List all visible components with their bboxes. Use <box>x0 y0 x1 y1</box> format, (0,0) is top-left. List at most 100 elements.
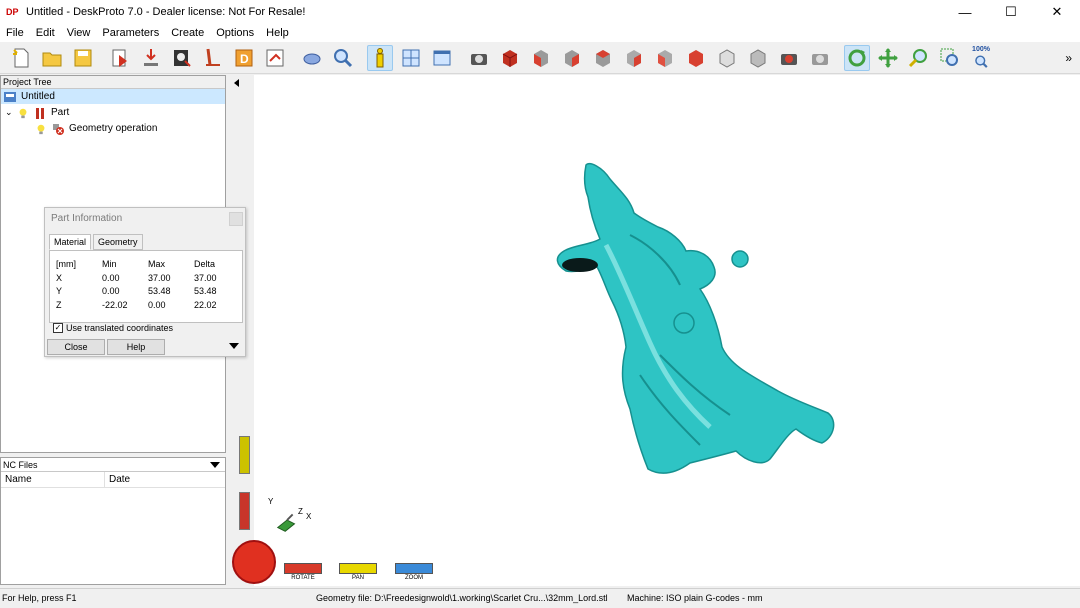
rotate-slider[interactable] <box>284 563 322 574</box>
min-value: 0.00 <box>102 273 120 283</box>
pan-slider[interactable] <box>339 563 377 574</box>
axis-name: X <box>56 273 63 283</box>
simulation-icon[interactable] <box>299 45 325 71</box>
axis-name: Z <box>56 300 62 310</box>
menu-bar: File Edit View Parameters Create Options… <box>0 24 1080 42</box>
menu-view[interactable]: View <box>61 27 97 39</box>
info-icon[interactable] <box>367 44 393 71</box>
header-delta: Delta <box>194 259 216 269</box>
translated-coordinates-label: Use translated coordinates <box>66 323 174 333</box>
nc-files-title: NC Files <box>3 460 38 470</box>
zoom-window-icon[interactable] <box>937 45 963 71</box>
status-machine: Machine: ISO plain G-codes - mm <box>627 593 763 603</box>
tree-item-part[interactable]: ⌄ Part <box>5 105 69 120</box>
max-value: 53.48 <box>148 286 171 296</box>
zoom-mode-icon[interactable] <box>906 45 932 71</box>
translated-coordinates-option[interactable]: ✓ Use translated coordinates <box>53 323 173 333</box>
save-icon[interactable] <box>70 45 96 71</box>
load-geometry-icon[interactable] <box>107 45 133 71</box>
vector-icon[interactable] <box>200 45 226 71</box>
nc-files-header: NC Files <box>1 458 225 472</box>
menu-file[interactable]: File <box>0 27 30 39</box>
view-back-icon[interactable] <box>559 45 585 71</box>
view-right-icon[interactable] <box>621 45 647 71</box>
view-wire-icon[interactable] <box>714 45 740 71</box>
rotate-mode-icon[interactable] <box>844 44 870 71</box>
view-top-icon[interactable] <box>652 45 678 71</box>
menu-parameters[interactable]: Parameters <box>96 27 165 39</box>
header-unit: [mm] <box>56 259 76 269</box>
open-folder-icon[interactable] <box>39 45 65 71</box>
zoom-slider[interactable] <box>395 563 433 574</box>
max-value: 0.00 <box>148 300 166 310</box>
layout-icon[interactable] <box>398 45 424 71</box>
menu-edit[interactable]: Edit <box>30 27 61 39</box>
status-geometry-file: Geometry file: D:\Freedesignwold\1.worki… <box>316 593 608 603</box>
status-bar: For Help, press F1 Geometry file: D:\Fre… <box>0 588 1080 608</box>
snapshot-grey-icon[interactable] <box>807 45 833 71</box>
tab-material[interactable]: Material <box>49 234 92 250</box>
window-icon[interactable] <box>429 45 455 71</box>
window-controls: — ☐ ✕ <box>942 0 1080 24</box>
view-iso-icon[interactable] <box>497 45 523 71</box>
model-preview <box>556 163 835 475</box>
axis-gizmo-icon <box>276 513 296 532</box>
status-help: For Help, press F1 <box>2 593 77 603</box>
column-date[interactable]: Date <box>105 472 130 487</box>
vertical-yellow-slider[interactable] <box>239 436 250 474</box>
dialog-close-icon[interactable] <box>229 212 243 226</box>
bitmap-icon[interactable] <box>169 45 195 71</box>
lightbulb-icon[interactable] <box>35 123 47 135</box>
zoom-100-label: 100% <box>972 45 990 53</box>
close-button[interactable]: Close <box>47 339 105 355</box>
collapse-arrow-icon[interactable] <box>234 79 239 87</box>
menu-create[interactable]: Create <box>165 27 210 39</box>
minimize-button[interactable]: — <box>942 0 988 24</box>
import-part-icon[interactable] <box>138 45 164 71</box>
3d-viewport[interactable]: Y Z X <box>230 75 1080 586</box>
toolbar: D 100% » <box>0 42 1080 74</box>
translated-coordinates-checkbox[interactable]: ✓ <box>53 323 63 333</box>
svg-text:D: D <box>240 52 249 66</box>
axis-indicator: Y Z X <box>266 495 314 539</box>
tree-item-part-label: Part <box>51 107 70 118</box>
dimensions-header-row: [mm] Min Max Delta <box>56 259 234 269</box>
snapshot-icon[interactable] <box>776 45 802 71</box>
nc-files-columns: Name Date <box>1 472 225 488</box>
header-min: Min <box>102 259 117 269</box>
window-title: Untitled - DeskProto 7.0 - Dealer licens… <box>26 6 306 18</box>
vertical-red-slider[interactable] <box>239 492 250 530</box>
new-file-icon[interactable] <box>8 45 34 71</box>
rotate-dial[interactable] <box>232 540 276 584</box>
maximize-button[interactable]: ☐ <box>988 0 1034 24</box>
expand-arrow-icon[interactable] <box>229 343 239 349</box>
menu-options[interactable]: Options <box>210 27 260 39</box>
project-tree-header: Project Tree <box>1 76 225 89</box>
lightbulb-icon[interactable] <box>17 107 29 119</box>
camera-icon[interactable] <box>466 45 492 71</box>
dimension-row-y: Y 0.00 53.48 53.48 <box>56 286 234 296</box>
dropdown-arrow-icon[interactable] <box>210 462 220 468</box>
view-bottom-icon[interactable] <box>683 45 709 71</box>
tab-geometry[interactable]: Geometry <box>93 234 143 250</box>
inspect-icon[interactable] <box>330 45 356 71</box>
column-name[interactable]: Name <box>1 472 105 487</box>
part-information-dialog: Part Information Material Geometry [mm] … <box>44 207 246 357</box>
close-window-button[interactable]: ✕ <box>1034 0 1080 24</box>
tree-item-untitled[interactable]: Untitled <box>1 89 225 104</box>
zoom-100-icon[interactable]: 100% <box>968 45 994 71</box>
write-nc-icon[interactable] <box>262 45 288 71</box>
toolbar-overflow-icon[interactable]: » <box>1065 51 1072 65</box>
view-solid-icon[interactable] <box>745 45 771 71</box>
menu-help[interactable]: Help <box>260 27 295 39</box>
help-button[interactable]: Help <box>107 339 165 355</box>
tree-item-geometry-operation[interactable]: Geometry operation <box>35 121 157 136</box>
d-operation-icon[interactable]: D <box>231 45 257 71</box>
chevron-down-icon[interactable]: ⌄ <box>5 107 17 118</box>
view-front-icon[interactable] <box>528 45 554 71</box>
tree-item-untitled-label: Untitled <box>21 91 55 102</box>
pan-mode-icon[interactable] <box>875 45 901 71</box>
view-left-icon[interactable] <box>590 45 616 71</box>
dimension-row-z: Z -22.02 0.00 22.02 <box>56 300 234 310</box>
min-value: 0.00 <box>102 286 120 296</box>
